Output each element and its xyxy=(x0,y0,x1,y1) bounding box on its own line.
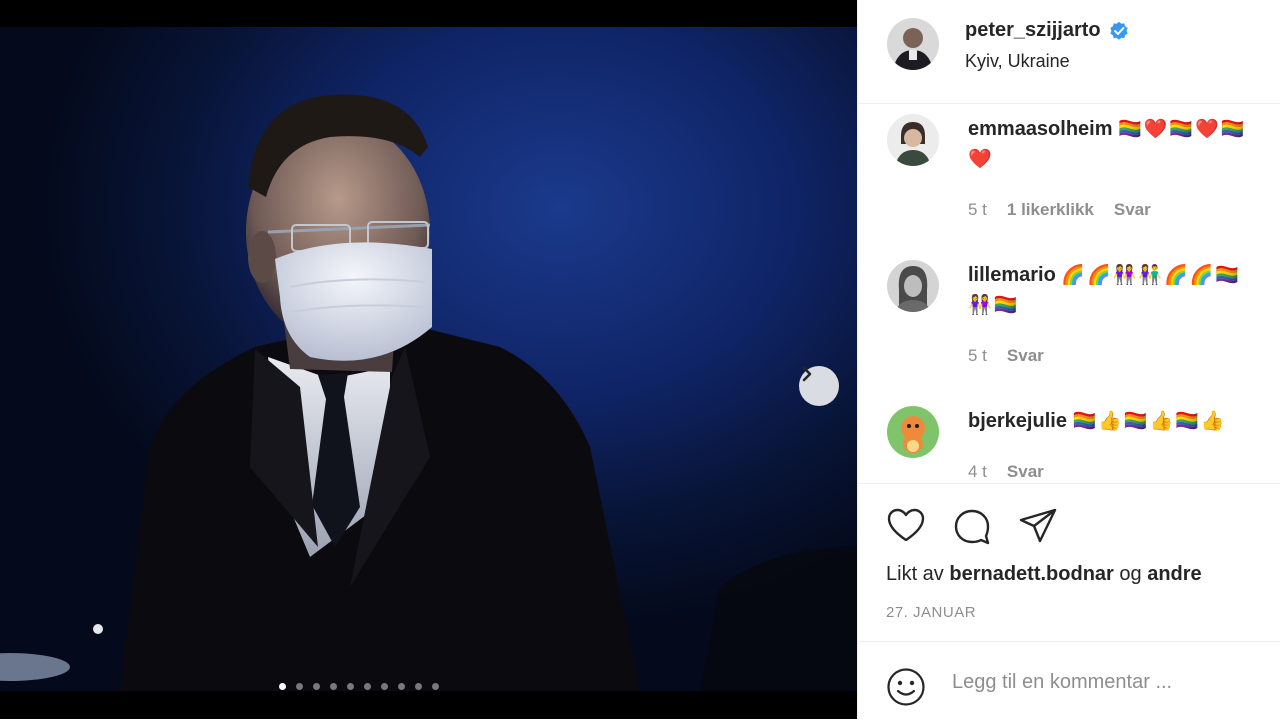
carousel-dot xyxy=(415,683,422,690)
comment-username[interactable]: bjerkejulie xyxy=(968,410,1067,432)
carousel-indicator xyxy=(279,683,439,690)
comment-reply-button[interactable]: Svar xyxy=(1007,346,1044,366)
liked-by-user[interactable]: bernadett.bodnar xyxy=(949,563,1113,585)
carousel-dot xyxy=(398,683,405,690)
comment-emojis-line2: 👭🏳️‍🌈 xyxy=(968,294,1020,316)
add-comment-bar xyxy=(858,641,1280,720)
post-location[interactable]: Kyiv, Ukraine xyxy=(965,51,1070,72)
post-details-panel: peter_szijjarto Kyiv, Ukraine emmaasolhe… xyxy=(857,0,1280,719)
comment-text: emmaasolheim 🏳️‍🌈❤️🏳️‍🌈❤️🏳️‍🌈 ❤️ xyxy=(968,114,1280,174)
post-header: peter_szijjarto Kyiv, Ukraine xyxy=(858,0,1280,104)
commenter-avatar[interactable] xyxy=(887,260,939,312)
chevron-right-icon xyxy=(802,366,812,382)
comment-input[interactable] xyxy=(950,670,1254,695)
liked-by-joiner: og xyxy=(1119,563,1142,585)
comment-reply-button[interactable]: Svar xyxy=(1114,200,1151,220)
carousel-next-button[interactable] xyxy=(799,366,839,406)
paper-plane-icon[interactable] xyxy=(1018,506,1058,546)
commenter-avatar[interactable] xyxy=(887,114,939,166)
carousel-dot xyxy=(364,683,371,690)
author-username-text[interactable]: peter_szijjarto xyxy=(965,19,1101,42)
carousel-dot xyxy=(330,683,337,690)
heart-icon[interactable] xyxy=(886,506,926,546)
liked-by-line: Likt av bernadett.bodnar og andre xyxy=(886,563,1202,586)
comment-username[interactable]: lillemario xyxy=(968,264,1056,286)
comment-text: bjerkejulie 🏳️‍🌈👍🏳️‍🌈👍🏳️‍🌈👍 xyxy=(968,406,1280,436)
carousel-dot xyxy=(296,683,303,690)
liked-by-prefix: Likt av xyxy=(886,563,944,585)
post-date[interactable]: 27. JANUAR xyxy=(886,604,976,621)
comment-meta: 5 t 1 likerklikk Svar xyxy=(968,200,1151,220)
photo-illustration xyxy=(0,94,857,691)
comment-emojis-line2: ❤️ xyxy=(968,148,994,170)
author-avatar[interactable] xyxy=(887,18,939,70)
comment-emojis: 🏳️‍🌈❤️🏳️‍🌈❤️🏳️‍🌈 xyxy=(1118,118,1247,140)
comment-emojis: 🌈🌈👭👫🌈🌈🏳️‍🌈 xyxy=(1061,264,1241,286)
comment-reply-button[interactable]: Svar xyxy=(1007,462,1044,482)
carousel-dot xyxy=(347,683,354,690)
comment-meta: 5 t Svar xyxy=(968,346,1044,366)
post-photo[interactable] xyxy=(0,27,857,691)
smiley-icon[interactable] xyxy=(886,667,926,707)
comment-bubble-icon[interactable] xyxy=(952,506,992,546)
comment-emojis: 🏳️‍🌈👍🏳️‍🌈👍🏳️‍🌈👍 xyxy=(1072,410,1227,432)
author-username[interactable]: peter_szijjarto xyxy=(965,19,1129,42)
comment-meta: 4 t Svar xyxy=(968,462,1044,482)
post-actions: Likt av bernadett.bodnar og andre 27. JA… xyxy=(858,483,1280,642)
commenter-avatar[interactable] xyxy=(887,406,939,458)
verified-badge-icon xyxy=(1110,21,1128,40)
comment-likes[interactable]: 1 likerklikk xyxy=(1007,200,1094,220)
comment-time[interactable]: 4 t xyxy=(968,462,987,482)
comment-text: lillemario 🌈🌈👭👫🌈🌈🏳️‍🌈 👭🏳️‍🌈 xyxy=(968,260,1280,320)
liked-by-others[interactable]: andre xyxy=(1147,563,1201,585)
carousel-dot xyxy=(381,683,388,690)
carousel-dot xyxy=(279,683,286,690)
carousel-dot xyxy=(432,683,439,690)
comment-time[interactable]: 5 t xyxy=(968,200,987,220)
comment-time[interactable]: 5 t xyxy=(968,346,987,366)
post-media-panel xyxy=(0,0,857,719)
comment-username[interactable]: emmaasolheim xyxy=(968,118,1113,140)
comments-list[interactable]: emmaasolheim 🏳️‍🌈❤️🏳️‍🌈❤️🏳️‍🌈 ❤️ 5 t 1 l… xyxy=(858,104,1280,482)
carousel-dot xyxy=(313,683,320,690)
